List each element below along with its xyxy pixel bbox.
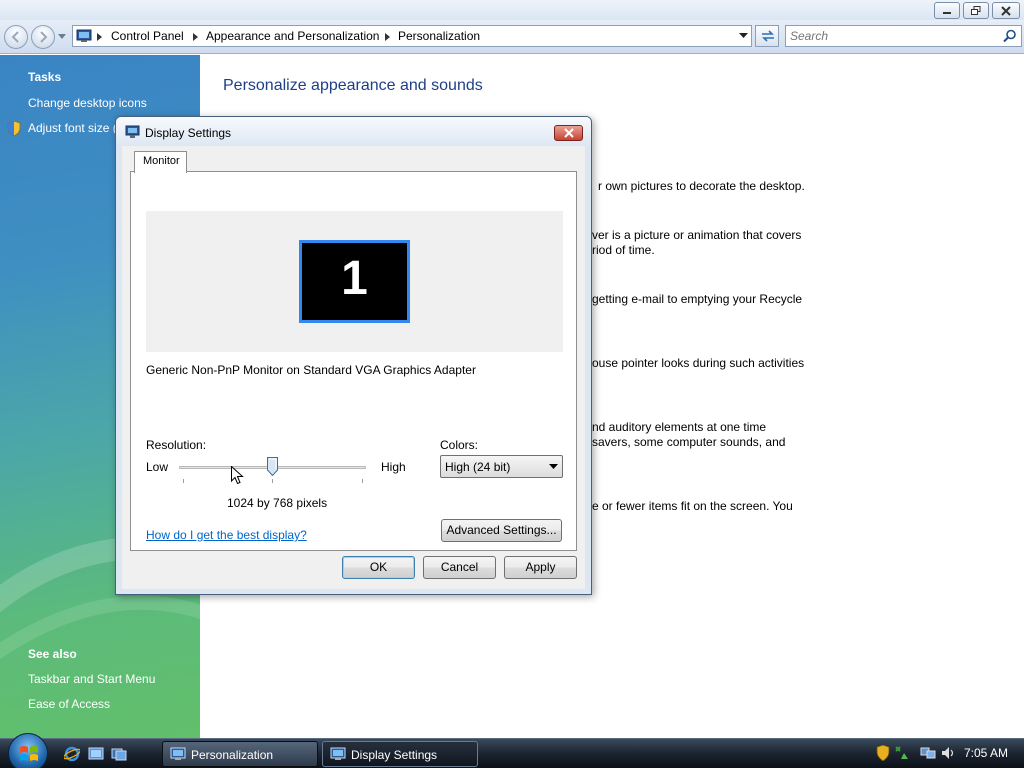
monitor-number: 1 <box>341 252 368 305</box>
monitor-1-thumbnail[interactable]: 1 <box>299 240 410 323</box>
tasks-heading: Tasks <box>28 70 62 84</box>
address-dropdown-icon[interactable] <box>739 33 748 39</box>
taskbar-button-label: Personalization <box>191 748 274 762</box>
display-settings-description: e or fewer items fit on the screen. You <box>592 499 793 513</box>
resolution-slider-thumb[interactable] <box>267 457 278 476</box>
screen-saver-description-2: riod of time. <box>592 243 655 257</box>
dialog-body: Monitor 1 Generic Non-PnP Monitor on Sta… <box>122 146 585 589</box>
monitor-arrangement-area: 1 <box>146 211 563 352</box>
close-window-button[interactable] <box>992 2 1020 19</box>
mouse-pointers-description: ouse pointer looks during such activitie… <box>592 356 805 370</box>
colors-selected-value: High (24 bit) <box>445 460 511 474</box>
start-button[interactable] <box>8 733 48 768</box>
show-desktop-icon[interactable] <box>88 746 104 762</box>
arrow-right-icon <box>40 31 48 43</box>
ease-of-access-link[interactable]: Ease of Access <box>28 697 110 711</box>
slider-tick <box>272 479 273 483</box>
control-panel-icon <box>170 747 186 760</box>
internet-explorer-icon[interactable] <box>64 746 80 762</box>
window-titlebar <box>0 0 1024 20</box>
refresh-icon <box>762 30 774 42</box>
restore-icon <box>971 6 981 15</box>
control-panel-icon <box>76 29 92 42</box>
cancel-button[interactable]: Cancel <box>423 556 496 579</box>
back-button[interactable] <box>4 25 28 49</box>
page-title: Personalize appearance and sounds <box>223 77 483 94</box>
resolution-low-label: Low <box>146 460 169 474</box>
mouse-cursor-icon <box>231 466 244 485</box>
shield-icon <box>7 121 21 136</box>
colors-dropdown[interactable]: High (24 bit) <box>440 455 563 478</box>
network-computers-icon[interactable] <box>920 745 936 761</box>
minimize-icon <box>943 12 951 14</box>
taskbar-start-menu-link[interactable]: Taskbar and Start Menu <box>28 672 155 686</box>
dialog-frame: Monitor 1 Generic Non-PnP Monitor on Sta… <box>116 146 591 594</box>
display-settings-dialog: Display Settings Monitor 1 Generic Non-P… <box>115 116 592 595</box>
sounds-description: getting e-mail to emptying your Recycle <box>592 292 803 306</box>
close-icon <box>563 128 574 138</box>
close-icon <box>1001 6 1011 16</box>
taskbar-button-display-settings[interactable]: Display Settings <box>322 741 478 767</box>
system-clock[interactable]: 7:05 AM <box>964 746 1008 760</box>
breadcrumb-appearance[interactable]: Appearance and Personalization <box>206 29 379 43</box>
resolution-high-label: High <box>381 460 406 474</box>
advanced-settings-button[interactable]: Advanced Settings... <box>441 519 562 542</box>
colors-label: Colors: <box>440 438 479 452</box>
resolution-value: 1024 by 768 pixels <box>227 496 328 510</box>
monitor-name: Generic Non-PnP Monitor on Standard VGA … <box>146 363 476 377</box>
security-shield-icon[interactable] <box>876 745 890 761</box>
breadcrumb-control-panel[interactable]: Control Panel <box>111 29 184 43</box>
breadcrumb-personalization[interactable]: Personalization <box>398 29 480 43</box>
switch-windows-icon[interactable] <box>111 746 127 762</box>
arrow-left-icon <box>11 31 19 43</box>
search-icon[interactable] <box>1003 29 1017 43</box>
slider-tick <box>362 479 363 483</box>
taskbar: Personalization Display Settings 7:05 AM <box>0 733 1024 768</box>
taskbar-button-personalization[interactable]: Personalization <box>162 741 318 767</box>
refresh-button[interactable] <box>755 25 779 47</box>
chevron-right-icon <box>97 33 102 41</box>
desktop-background-description: r own pictures to decorate the desktop. <box>598 179 805 193</box>
search-input[interactable] <box>790 28 990 44</box>
ok-button[interactable]: OK <box>342 556 415 579</box>
recent-pages-dropdown[interactable] <box>58 34 66 40</box>
slider-tick <box>183 479 184 483</box>
tab-monitor-label: Monitor <box>143 155 180 167</box>
dialog-title: Display Settings <box>145 126 232 140</box>
screen-saver-description: ver is a picture or animation that cover… <box>592 228 802 242</box>
forward-button[interactable] <box>31 25 55 49</box>
address-input[interactable]: Control Panel Appearance and Personaliza… <box>72 25 752 47</box>
chevron-down-icon <box>549 464 558 469</box>
apply-button[interactable]: Apply <box>504 556 577 579</box>
display-settings-icon <box>125 125 140 138</box>
dialog-close-button[interactable] <box>554 125 583 141</box>
monitor-tab-panel: 1 Generic Non-PnP Monitor on Standard VG… <box>130 171 577 551</box>
network-status-icon[interactable] <box>894 745 910 761</box>
resolution-label: Resolution: <box>146 438 207 452</box>
windows-logo-icon <box>20 746 38 761</box>
chevron-right-icon <box>193 33 198 41</box>
theme-description-2: savers, some computer sounds, and <box>592 435 786 449</box>
theme-description: nd auditory elements at one time <box>592 420 767 434</box>
see-also-heading: See also <box>28 647 77 661</box>
taskbar-button-label: Display Settings <box>351 748 438 762</box>
display-settings-icon <box>330 747 346 760</box>
minimize-button[interactable] <box>934 2 960 19</box>
change-desktop-icons-link[interactable]: Change desktop icons <box>28 96 147 110</box>
search-box[interactable] <box>785 25 1022 47</box>
restore-button[interactable] <box>963 2 989 19</box>
dialog-titlebar[interactable]: Display Settings <box>116 117 591 146</box>
adjust-font-size-link[interactable]: Adjust font size ( <box>28 121 117 135</box>
chevron-right-icon <box>385 33 390 41</box>
best-display-help-link[interactable]: How do I get the best display? <box>146 528 307 542</box>
tab-monitor[interactable]: Monitor <box>134 151 187 173</box>
volume-icon[interactable] <box>940 745 956 761</box>
